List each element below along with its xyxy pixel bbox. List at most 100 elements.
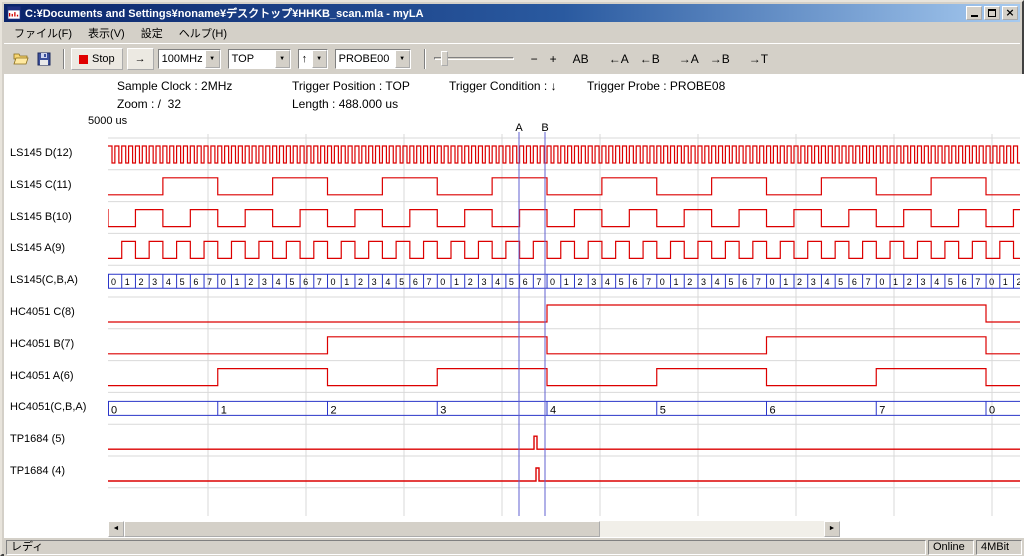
bus-value: 1 xyxy=(344,277,349,287)
run-arrow-icon: → xyxy=(135,53,146,65)
bus-value: 2 xyxy=(1017,277,1020,287)
bus-value: 2 xyxy=(577,277,582,287)
save-file-button[interactable] xyxy=(34,49,54,69)
bus-value: 1 xyxy=(221,404,227,416)
zoom-slider[interactable] xyxy=(434,49,514,69)
zoom-out-button[interactable]: − xyxy=(527,49,542,69)
bus-value: 1 xyxy=(125,277,130,287)
bus-value: 5 xyxy=(509,277,514,287)
length-info: Length : 488.000 us xyxy=(292,97,398,111)
bus-value: 6 xyxy=(193,277,198,287)
channel-label: HC4051 A(6) xyxy=(10,370,107,382)
menu-settings[interactable]: 設定 xyxy=(133,22,171,44)
slider-thumb[interactable] xyxy=(441,51,448,66)
run-button[interactable]: → xyxy=(127,48,154,70)
bus-value: 7 xyxy=(975,277,980,287)
scroll-right-button[interactable]: ► xyxy=(824,521,840,537)
goto-marker-b-right-button[interactable]: →B xyxy=(706,49,734,69)
bus-value: 3 xyxy=(920,277,925,287)
goto-marker-a-right-button[interactable]: →A xyxy=(675,49,703,69)
bus-value: 7 xyxy=(879,404,885,416)
floppy-disk-icon xyxy=(36,51,52,67)
trigger-position-select[interactable]: TOP ▼ xyxy=(228,49,291,69)
channel-label: LS145 B(10) xyxy=(10,211,107,223)
bus-value: 5 xyxy=(838,277,843,287)
scroll-left-button[interactable]: ◄ xyxy=(108,521,124,537)
bus-value: 4 xyxy=(715,277,720,287)
bus-value: 7 xyxy=(866,277,871,287)
channel-label: LS145 C(11) xyxy=(10,179,107,191)
menu-view[interactable]: 表示(V) xyxy=(80,22,133,44)
bus-value: 2 xyxy=(138,277,143,287)
menu-file[interactable]: ファイル(F) xyxy=(6,22,80,44)
scroll-thumb[interactable] xyxy=(124,521,600,537)
bus-value: 2 xyxy=(331,404,337,416)
waveform-display[interactable]: 0123456701234567012345670123456701234567… xyxy=(108,132,1020,520)
bus-value: 7 xyxy=(427,277,432,287)
channel-label: LS145 A(9) xyxy=(10,242,107,254)
status-memory: 4MBit xyxy=(976,540,1022,555)
chevron-down-icon[interactable]: ▼ xyxy=(395,50,410,68)
titlebar[interactable]: C:¥Documents and Settings¥noname¥デスクトップ¥… xyxy=(4,4,1020,22)
zoom-in-button[interactable]: + xyxy=(546,49,561,69)
bus-value: 0 xyxy=(331,277,336,287)
bus-value: 4 xyxy=(495,277,500,287)
bus-value: 2 xyxy=(468,277,473,287)
channel-label: HC4051(C,B,A) xyxy=(10,401,107,413)
signal-trace xyxy=(108,369,1020,386)
trigger-edge-select[interactable]: ↑ ▼ xyxy=(298,49,328,69)
bus-value: 3 xyxy=(152,277,157,287)
minimize-button[interactable] xyxy=(966,6,982,20)
chevron-down-icon[interactable]: ▼ xyxy=(275,50,290,68)
goto-marker-a-left-button[interactable]: ←A xyxy=(605,49,633,69)
ab-span-button[interactable]: AB xyxy=(569,49,593,69)
sample-clock-value: 100MHz xyxy=(159,53,205,65)
bus-value: 6 xyxy=(852,277,857,287)
bus-value: 0 xyxy=(989,404,995,416)
bus-value: 6 xyxy=(962,277,967,287)
channel-label: HC4051 C(8) xyxy=(10,306,107,318)
chevron-down-icon[interactable]: ▼ xyxy=(205,50,220,68)
bus-value: 2 xyxy=(797,277,802,287)
maximize-button[interactable] xyxy=(984,6,1000,20)
trigger-position-info: Trigger Position : TOP xyxy=(292,79,410,93)
window-title: C:¥Documents and Settings¥noname¥デスクトップ¥… xyxy=(25,5,964,21)
toolbar-separator xyxy=(424,49,426,69)
signal-trace xyxy=(108,146,1020,163)
bus-value: 5 xyxy=(399,277,404,287)
menu-help[interactable]: ヘルプ(H) xyxy=(171,22,235,44)
bus-value: 1 xyxy=(564,277,569,287)
bus-value: 7 xyxy=(207,277,212,287)
sample-clock-select[interactable]: 100MHz ▼ xyxy=(158,49,221,69)
bus-value: 3 xyxy=(811,277,816,287)
chevron-down-icon[interactable]: ▼ xyxy=(312,50,327,68)
goto-marker-b-left-button[interactable]: ←B xyxy=(636,49,664,69)
bus-value: 5 xyxy=(180,277,185,287)
bus-value: 0 xyxy=(550,277,555,287)
bus-value: 5 xyxy=(660,404,666,416)
bus-value: 0 xyxy=(111,277,116,287)
bus-value: 6 xyxy=(523,277,528,287)
bus-value: 7 xyxy=(536,277,541,287)
bus-value: 1 xyxy=(234,277,239,287)
bus-value: 1 xyxy=(893,277,898,287)
bus-value: 4 xyxy=(824,277,829,287)
horizontal-scrollbar[interactable]: ◄ ► xyxy=(108,521,840,537)
stop-icon xyxy=(79,55,88,64)
close-button[interactable]: × xyxy=(1002,6,1018,20)
open-file-button[interactable] xyxy=(11,49,31,69)
bus-value: 0 xyxy=(660,277,665,287)
trigger-probe-info: Trigger Probe : PROBE08 xyxy=(587,79,725,93)
app-window: C:¥Documents and Settings¥noname¥デスクトップ¥… xyxy=(0,0,1024,556)
bus-value: 6 xyxy=(770,404,776,416)
bus-value: 5 xyxy=(728,277,733,287)
maximize-icon xyxy=(988,9,996,17)
zoom-info: Zoom : / 32 xyxy=(117,97,181,111)
signal-trace xyxy=(108,210,1020,227)
bus-value: 1 xyxy=(674,277,679,287)
close-icon: × xyxy=(1005,7,1014,19)
stop-button[interactable]: Stop xyxy=(71,48,123,70)
trigger-probe-select[interactable]: PROBE00 ▼ xyxy=(335,49,411,69)
pulse-trace xyxy=(108,468,1020,481)
goto-trigger-button[interactable]: →T xyxy=(745,49,772,69)
